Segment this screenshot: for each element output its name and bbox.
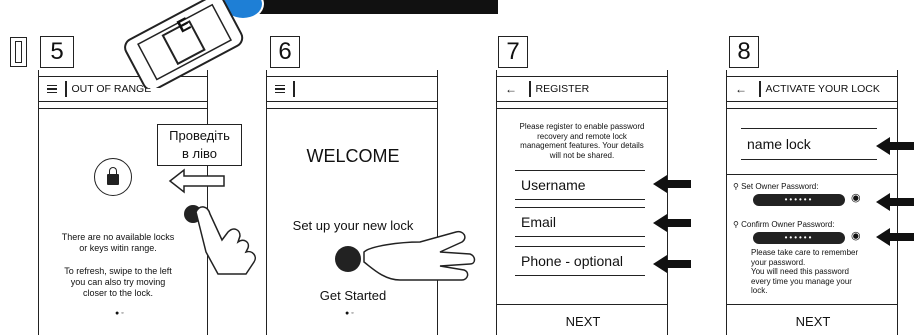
pointer-arrow-icon [653, 175, 691, 193]
top-banner [255, 0, 498, 14]
pointer-arrow-icon [653, 255, 691, 273]
step-number: 5 [40, 36, 74, 68]
page-dots: ● ◦ [115, 310, 124, 317]
app-header [267, 76, 437, 102]
show-password-icon[interactable]: ◉ [851, 229, 861, 242]
app-header: ← REGISTER [497, 76, 667, 102]
next-button[interactable]: NEXT [727, 314, 899, 329]
header-title: ACTIVATE YOUR LOCK [765, 83, 880, 95]
next-button[interactable]: NEXT [497, 314, 669, 329]
pointer-arrow-icon [876, 228, 914, 246]
menu-icon[interactable] [47, 83, 57, 96]
phone-screen-step8: ← ACTIVATE YOUR LOCK name lock ⚲ Set Own… [726, 70, 898, 335]
email-field[interactable]: Email [515, 207, 645, 237]
header-title: REGISTER [535, 83, 590, 95]
name-lock-field[interactable]: name lock [741, 128, 877, 160]
step-number: 7 [498, 36, 528, 68]
pointer-arrow-icon [653, 214, 691, 232]
phone-illustration [124, 0, 244, 88]
show-password-icon[interactable]: ◉ [851, 191, 861, 204]
back-arrow-icon[interactable]: ← [505, 82, 517, 96]
step-number: 8 [729, 36, 759, 68]
register-intro: Please register to enable password recov… [519, 122, 645, 160]
app-header: ← ACTIVATE YOUR LOCK [727, 76, 897, 102]
no-locks-message: There are no available locks or keys wit… [61, 232, 175, 253]
phone-field[interactable]: Phone - optional [515, 246, 645, 276]
tab-marker-icon [10, 37, 27, 67]
set-password-field[interactable]: •••••• [753, 194, 845, 206]
page-dots: ● ◦ [345, 310, 354, 317]
username-field[interactable]: Username [515, 170, 645, 200]
get-started-icon[interactable] [335, 246, 361, 272]
swipe-callout: Проведіть в ліво [157, 124, 242, 166]
step-number: 6 [270, 36, 300, 68]
swipe-left-arrow-icon [168, 168, 225, 194]
phone-screen-step5: OUT OF RANGE There are no available lock… [38, 70, 208, 335]
confirm-owner-label: ⚲ Confirm Owner Password: [733, 220, 835, 229]
hand-pointer-icon [195, 206, 257, 275]
hand-pointer-icon [363, 230, 476, 281]
phone-screen-step7: ← REGISTER Please register to enable pas… [496, 70, 668, 335]
welcome-title: WELCOME [306, 146, 400, 166]
pointer-arrow-icon [876, 193, 914, 211]
get-started-button[interactable]: Get Started [267, 288, 439, 303]
confirm-password-field[interactable]: •••••• [753, 232, 845, 244]
menu-icon[interactable] [275, 83, 285, 96]
password-note: Please take care to remember your passwo… [751, 248, 859, 295]
refresh-message: To refresh, swipe to the left you can al… [64, 266, 172, 298]
phone-screen-step6: WELCOME Set up your new lock Get Started… [266, 70, 438, 335]
lock-icon [94, 158, 132, 196]
set-owner-label: ⚲ Set Owner Password: [733, 182, 819, 191]
back-arrow-icon[interactable]: ← [735, 82, 747, 96]
pointer-arrow-icon [876, 137, 914, 155]
